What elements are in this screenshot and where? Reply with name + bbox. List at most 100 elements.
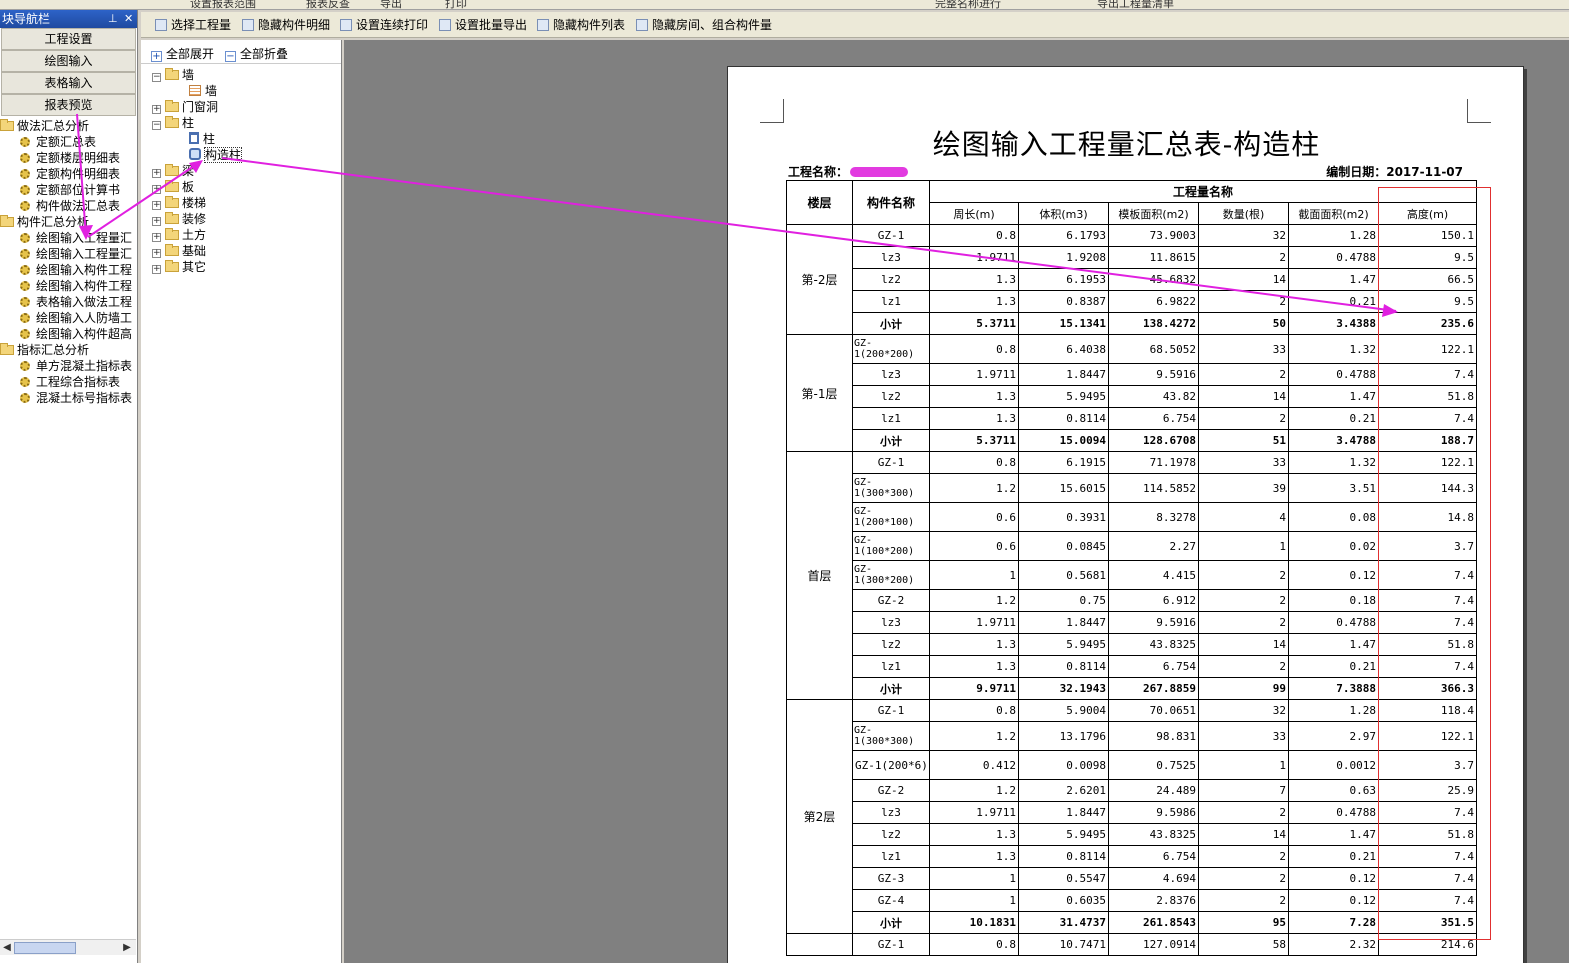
value-cell: 2.32 <box>1288 933 1379 956</box>
expand-all-button[interactable]: + 全部展开 <box>151 45 214 62</box>
tree-item[interactable]: 绘图输入人防墙工 <box>0 310 137 326</box>
value-cell: 6.9822 <box>1108 290 1199 313</box>
toolbar-item[interactable]: 报表反查 <box>306 0 350 9</box>
nav-button-table-input[interactable]: 表格输入 <box>1 72 136 94</box>
value-cell: 0.8 <box>929 933 1019 956</box>
value-cell: 0.412 <box>929 750 1019 780</box>
report-icon <box>20 137 30 147</box>
value-cell: 0.18 <box>1288 589 1379 612</box>
value-cell: 2 <box>1198 290 1289 313</box>
tree-item[interactable]: 绘图输入构件超高 <box>0 326 137 342</box>
tree-leaf-column[interactable]: 柱 <box>189 131 215 147</box>
tree-group[interactable]: 做法汇总分析 <box>0 118 137 134</box>
toolbar-item[interactable]: 打印 <box>445 0 467 9</box>
tree-item[interactable]: 定额楼层明细表 <box>0 150 137 166</box>
batch-export-button[interactable]: 设置批量导出 <box>439 16 527 34</box>
value-cell: 366.3 <box>1377 677 1478 700</box>
expand-icon[interactable]: + <box>152 201 161 210</box>
value-cell: 3.7 <box>1377 531 1478 561</box>
value-cell: 5.9004 <box>1018 699 1109 722</box>
value-cell: 0.8 <box>929 224 1019 247</box>
tree-item[interactable]: 绘图输入工程量汇 <box>0 246 137 262</box>
tree-item[interactable]: 单方混凝土指标表 <box>0 358 137 374</box>
value-cell: 1 <box>1198 531 1289 561</box>
value-cell: 43.82 <box>1108 385 1199 408</box>
expand-icon[interactable]: + <box>152 169 161 178</box>
continuous-print-button[interactable]: 设置连续打印 <box>340 16 428 34</box>
hide-room-quantity-button[interactable]: 隐藏房间、组合构件量 <box>636 16 772 34</box>
value-cell: 70.0651 <box>1108 699 1199 722</box>
value-cell: 1.32 <box>1288 334 1379 364</box>
tree-node-slab[interactable]: + 板 <box>152 179 194 195</box>
scroll-thumb[interactable] <box>14 942 76 954</box>
value-cell: 7.4 <box>1377 801 1478 824</box>
collapse-icon[interactable]: − <box>152 73 161 82</box>
value-cell: 1.3 <box>929 823 1019 846</box>
tree-item[interactable]: 表格输入做法工程 <box>0 294 137 310</box>
value-cell: 8.3278 <box>1108 502 1199 532</box>
nav-button-drawing-input[interactable]: 绘图输入 <box>1 50 136 72</box>
pin-icon[interactable]: ⊥ <box>108 10 118 28</box>
scroll-left-icon[interactable]: ◀ <box>0 941 14 955</box>
construction-column-icon <box>189 148 201 160</box>
close-icon[interactable]: ✕ <box>124 10 133 28</box>
component-name-cell: lz1 <box>852 845 930 868</box>
report-preview-area[interactable]: 绘图输入工程量汇总表-构造柱 工程名称： 编制日期：2017-11-07 楼层 … <box>344 40 1569 963</box>
table-row: 第2层 GZ-1 0.8 5.9004 70.0651 32 1.28 118.4 <box>786 699 1478 934</box>
expand-icon[interactable]: + <box>152 233 161 242</box>
expand-icon[interactable]: + <box>152 185 161 194</box>
value-cell: 7 <box>1198 779 1289 802</box>
tree-node-stair[interactable]: + 楼梯 <box>152 195 206 211</box>
tree-item[interactable]: 定额构件明细表 <box>0 166 137 182</box>
select-quantity-button[interactable]: 选择工程量 <box>155 16 231 34</box>
report-page: 绘图输入工程量汇总表-构造柱 工程名称： 编制日期：2017-11-07 楼层 … <box>727 66 1524 963</box>
horizontal-scrollbar[interactable]: ◀ ▶ <box>0 939 136 955</box>
tree-item[interactable]: 混凝土标号指标表 <box>0 390 137 406</box>
tree-node-earthwork[interactable]: + 土方 <box>152 227 206 243</box>
value-cell: 144.3 <box>1377 473 1478 503</box>
tree-item[interactable]: 定额部位计算书 <box>0 182 137 198</box>
toolbar-item[interactable]: 完整名称进行 <box>935 0 1001 9</box>
tree-item[interactable]: 绘图输入构件工程 <box>0 262 137 278</box>
tree-node-foundation[interactable]: + 基础 <box>152 243 206 259</box>
expand-icon[interactable]: + <box>152 249 161 258</box>
table-icon <box>189 85 201 96</box>
tree-node-decoration[interactable]: + 装修 <box>152 211 206 227</box>
tree-item[interactable]: 构件做法汇总表 <box>0 198 137 214</box>
nav-button-report-preview[interactable]: 报表预览 <box>1 94 136 116</box>
value-cell: 0.8114 <box>1018 407 1109 430</box>
expand-icon[interactable]: + <box>152 217 161 226</box>
tree-item[interactable]: 定额汇总表 <box>0 134 137 150</box>
tree-group[interactable]: 指标汇总分析 <box>0 342 137 358</box>
hide-component-detail-button[interactable]: 隐藏构件明细 <box>242 16 330 34</box>
hide-component-list-button[interactable]: 隐藏构件列表 <box>537 16 625 34</box>
scroll-right-icon[interactable]: ▶ <box>120 941 134 955</box>
expand-icon[interactable]: + <box>152 105 161 114</box>
collapse-all-button[interactable]: − 全部折叠 <box>225 45 288 62</box>
toolbar-item[interactable]: 设置报表范围 <box>190 0 256 9</box>
folder-icon <box>165 116 179 128</box>
tree-leaf-wall[interactable]: 墙 <box>189 83 217 99</box>
expand-icon[interactable]: + <box>152 265 161 274</box>
tree-item[interactable]: 工程综合指标表 <box>0 374 137 390</box>
tree-node-column[interactable]: − 柱 <box>152 115 194 131</box>
folder-icon <box>165 68 179 80</box>
tree-node-beam[interactable]: + 梁 <box>152 163 194 179</box>
value-cell: 0.21 <box>1288 407 1379 430</box>
tree-group[interactable]: 构件汇总分析 <box>0 214 137 230</box>
component-name-cell: lz3 <box>852 801 930 824</box>
tree-leaf-construction-column[interactable]: 构造柱 <box>189 147 243 163</box>
tree-item[interactable]: 绘图输入构件工程 <box>0 278 137 294</box>
value-cell: 2 <box>1198 246 1289 269</box>
tree-node-door-window[interactable]: + 门窗洞 <box>152 99 218 115</box>
value-cell: 73.9003 <box>1108 224 1199 247</box>
nav-button-project-settings[interactable]: 工程设置 <box>1 28 136 50</box>
tree-node-wall[interactable]: − 墙 <box>152 67 194 83</box>
collapse-icon[interactable]: − <box>152 121 161 130</box>
toolbar-item[interactable]: 导出工程量清单 <box>1097 0 1174 9</box>
tree-item-selected[interactable]: 绘图输入工程量汇 <box>0 230 137 246</box>
toolbar-item[interactable]: 导出 <box>380 0 402 9</box>
tree-node-other[interactable]: + 其它 <box>152 259 206 275</box>
value-cell: 31.4737 <box>1018 911 1109 934</box>
main-toolbar-clipped: 设置报表范围 报表反查 导出 打印 完整名称进行 导出工程量清单 <box>0 0 1569 10</box>
